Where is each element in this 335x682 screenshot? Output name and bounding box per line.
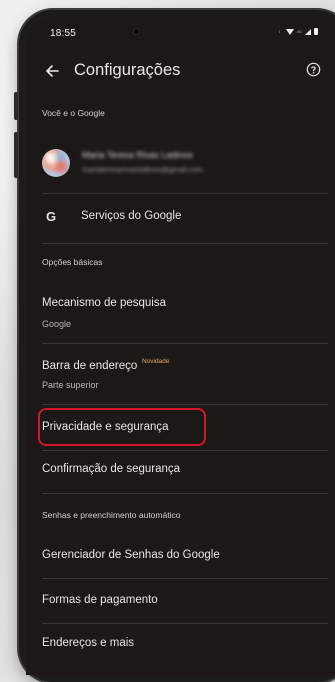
avatar-image (42, 149, 70, 177)
account-email: mariateresarivasladinos@gmail.com (82, 165, 203, 174)
help-circle-icon[interactable] (306, 62, 321, 77)
network-label: 4G (296, 29, 302, 34)
status-bar: 18:55 ⁝ 4G (26, 17, 335, 51)
divider (42, 404, 328, 405)
new-badge: Novidade (142, 358, 170, 365)
lte-icon: ⁝ (278, 28, 280, 34)
wifi-icon (285, 28, 294, 35)
search-engine-title: Mecanismo de pesquisa (42, 297, 167, 309)
divider (42, 450, 328, 451)
battery-icon (314, 28, 318, 35)
status-time: 18:55 (50, 28, 77, 39)
divider (42, 623, 328, 624)
divider (42, 578, 328, 579)
divider (42, 493, 328, 494)
google-g-icon: G (46, 209, 57, 224)
page-title: Configurações (74, 61, 181, 79)
status-icons: ⁝ 4G (276, 28, 318, 35)
section-header-basics: Opções básicas (42, 257, 103, 267)
divider (42, 243, 328, 244)
address-bar-value: Parte superior (42, 380, 99, 390)
section-header-you-and-google: Você e o Google (42, 108, 105, 118)
front-camera (134, 29, 139, 34)
addresses-title: Endereços e mais (42, 637, 135, 649)
phone-screen: 18:55 ⁝ 4G Configurações Você e o Google… (26, 17, 335, 675)
address-bar-title: Barra de endereço (42, 360, 138, 372)
volume-button (14, 132, 18, 178)
google-services-label: Serviços do Google (81, 210, 182, 222)
divider (42, 343, 328, 344)
search-engine-value: Google (42, 319, 72, 329)
payment-methods-title: Formas de pagamento (42, 594, 158, 606)
highlight-box (38, 408, 206, 446)
password-manager-title: Gerenciador de Senhas do Google (42, 549, 220, 561)
divider (42, 193, 328, 194)
app-bar: Configurações (26, 57, 335, 87)
account-name: Maria Teresa Rivas Ladinos (82, 150, 193, 160)
avatar (42, 149, 70, 177)
arrow-left-icon[interactable] (44, 63, 60, 79)
account-row[interactable]: Maria Teresa Rivas Ladinos mariateresari… (26, 143, 335, 185)
power-button (14, 92, 18, 120)
google-services-item[interactable]: G Serviços do Google (26, 201, 335, 233)
signal-icon (305, 28, 311, 35)
section-header-passwords: Senhas e preenchimento automático (42, 510, 181, 520)
safety-check-title: Confirmação de segurança (42, 463, 181, 475)
